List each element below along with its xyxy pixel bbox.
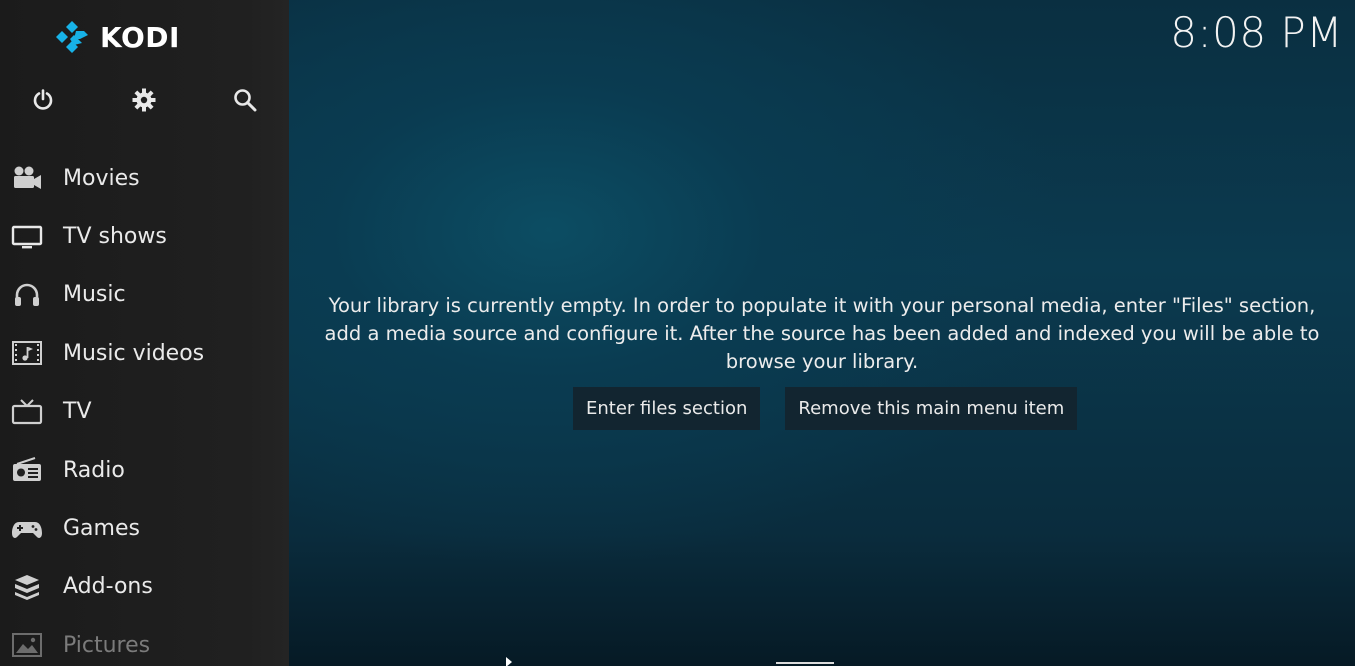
menu-item-tv[interactable]: TV (0, 383, 289, 441)
power-icon (33, 89, 53, 110)
menu-item-music-videos[interactable]: Music videos (0, 324, 289, 382)
menu-item-movies[interactable]: Movies (0, 149, 289, 207)
app-name: KODI (100, 20, 180, 54)
menu-item-label: Music videos (63, 340, 205, 366)
menu-item-label: Radio (63, 457, 125, 483)
settings-button[interactable] (124, 80, 164, 120)
menu-item-label: TV shows (63, 224, 167, 250)
tv-icon (10, 397, 44, 427)
remove-menu-item-button[interactable]: Remove this main menu item (785, 387, 1078, 430)
menu-item-tv-shows[interactable]: TV shows (0, 207, 289, 265)
menu-item-label: Games (63, 516, 140, 542)
clock: 8:08 PM (1170, 8, 1343, 57)
search-button[interactable] (225, 80, 265, 120)
bottom-indicator (776, 662, 834, 664)
monitor-icon (10, 222, 44, 252)
gamepad-icon (10, 514, 44, 544)
movie-camera-icon (10, 163, 44, 193)
menu-item-label: Add-ons (63, 574, 153, 600)
sidebar: KODI Movies TV shows Music Music videos … (0, 0, 289, 666)
box-icon (10, 572, 44, 602)
menu-item-radio[interactable]: Radio (0, 441, 289, 499)
menu-item-label: Music (63, 282, 126, 308)
menu-item-label: Pictures (63, 632, 151, 658)
kodi-logo-icon (56, 21, 88, 53)
headphones-icon (10, 280, 44, 310)
mouse-cursor (506, 657, 512, 666)
menu-item-music[interactable]: Music (0, 266, 289, 324)
kodi-logo: KODI (54, 18, 180, 56)
empty-library-message: Your library is currently empty. In orde… (324, 294, 1320, 373)
menu-item-label: Movies (63, 165, 140, 191)
menu-item-games[interactable]: Games (0, 499, 289, 557)
search-icon (234, 89, 257, 112)
picture-icon (10, 630, 44, 660)
kodi-home-screen: KODI Movies TV shows Music Music videos … (0, 0, 1355, 666)
main-content: 8:08 PM Your library is currently empty.… (289, 0, 1355, 666)
top-icon-bar (0, 80, 289, 120)
action-buttons: Enter files section Remove this main men… (573, 387, 1078, 430)
film-music-icon (10, 338, 44, 368)
settings-icon (132, 88, 156, 112)
main-menu: Movies TV shows Music Music videos TV Ra… (0, 149, 289, 666)
menu-item-add-ons[interactable]: Add-ons (0, 558, 289, 616)
power-button[interactable] (23, 80, 63, 120)
radio-icon (10, 455, 44, 485)
menu-item-label: TV (63, 399, 92, 425)
enter-files-section-button[interactable]: Enter files section (573, 387, 761, 430)
menu-item-pictures[interactable]: Pictures (0, 616, 289, 666)
